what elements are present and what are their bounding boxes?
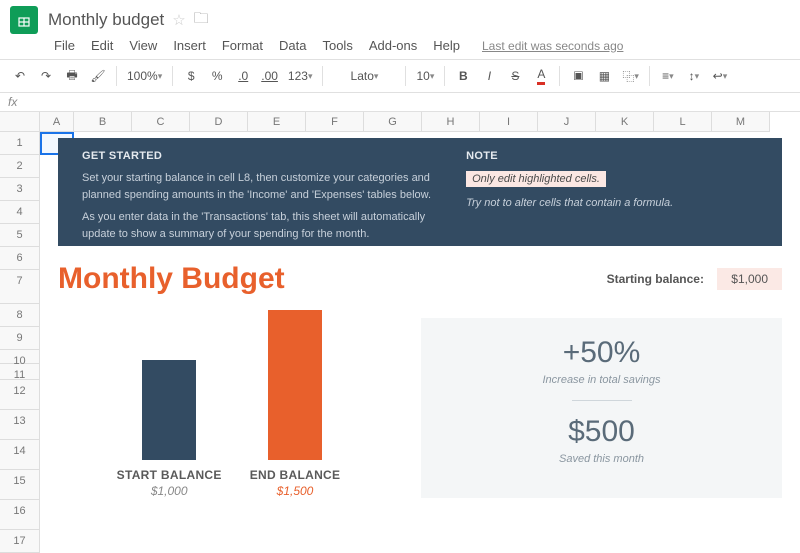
folder-icon[interactable]: 🗀 bbox=[194, 8, 209, 33]
balance-chart: START BALANCE $1,000 END BALANCE $1,500 bbox=[58, 318, 399, 498]
sheets-logo[interactable] bbox=[10, 6, 38, 34]
col-header[interactable]: L bbox=[654, 112, 712, 132]
col-header[interactable]: C bbox=[132, 112, 190, 132]
note-formula: Try not to alter cells that contain a fo… bbox=[466, 195, 764, 212]
bar-start-label: START BALANCE bbox=[117, 468, 222, 482]
menu-help[interactable]: Help bbox=[427, 36, 466, 55]
saved-amount: $500 bbox=[431, 415, 772, 449]
menu-tools[interactable]: Tools bbox=[316, 36, 358, 55]
row-header[interactable]: 2 bbox=[0, 155, 40, 178]
starting-balance-label: Starting balance: bbox=[607, 272, 704, 286]
bar-end-value: $1,500 bbox=[277, 484, 314, 498]
row-header[interactable]: 11 bbox=[0, 364, 40, 380]
row-header[interactable]: 1 bbox=[0, 132, 40, 155]
col-header[interactable]: D bbox=[190, 112, 248, 132]
borders-icon[interactable]: ▦ bbox=[592, 64, 616, 88]
strikethrough-button[interactable]: S bbox=[503, 64, 527, 88]
menu-insert[interactable]: Insert bbox=[167, 36, 212, 55]
get-started-text-2: As you enter data in the 'Transactions' … bbox=[82, 209, 446, 242]
last-edit-link[interactable]: Last edit was seconds ago bbox=[482, 39, 623, 53]
percent-button[interactable]: % bbox=[205, 64, 229, 88]
row-header[interactable]: 16 bbox=[0, 500, 40, 530]
col-header[interactable]: K bbox=[596, 112, 654, 132]
font-size-select[interactable]: 10 bbox=[412, 64, 438, 88]
row-header[interactable]: 12 bbox=[0, 380, 40, 410]
pct-increase: +50% bbox=[431, 336, 772, 370]
stats-panel: +50% Increase in total savings $500 Save… bbox=[421, 318, 782, 498]
row-header[interactable]: 9 bbox=[0, 327, 40, 350]
print-icon[interactable]: 🖶 bbox=[60, 64, 84, 88]
zoom-select[interactable]: 100% bbox=[123, 64, 166, 88]
get-started-heading: GET STARTED bbox=[82, 150, 446, 162]
row-header[interactable]: 10 bbox=[0, 350, 40, 364]
saved-sub: Saved this month bbox=[431, 453, 772, 465]
text-wrap-icon[interactable]: ↩ bbox=[708, 64, 732, 88]
col-header[interactable]: J bbox=[538, 112, 596, 132]
menu-bar: File Edit View Insert Format Data Tools … bbox=[0, 34, 800, 59]
starting-balance-row: Starting balance: $1,000 bbox=[607, 272, 782, 286]
fx-label: fx bbox=[8, 95, 17, 109]
col-header[interactable]: G bbox=[364, 112, 422, 132]
info-banner: GET STARTED Set your starting balance in… bbox=[58, 138, 782, 246]
menu-view[interactable]: View bbox=[123, 36, 163, 55]
currency-button[interactable]: $ bbox=[179, 64, 203, 88]
row-header[interactable]: 5 bbox=[0, 224, 40, 247]
text-color-button[interactable]: A bbox=[529, 64, 553, 88]
undo-icon[interactable]: ↶ bbox=[8, 64, 32, 88]
fill-color-icon[interactable]: 🞕 bbox=[566, 64, 590, 88]
row-header[interactable]: 13 bbox=[0, 410, 40, 440]
page-title: Monthly Budget bbox=[58, 262, 285, 296]
note-heading: NOTE bbox=[466, 150, 764, 162]
row-header[interactable]: 15 bbox=[0, 470, 40, 500]
bold-button[interactable]: B bbox=[451, 64, 475, 88]
doc-title[interactable]: Monthly budget bbox=[48, 10, 164, 30]
menu-edit[interactable]: Edit bbox=[85, 36, 119, 55]
increase-decimal-button[interactable]: .00 bbox=[257, 64, 282, 88]
font-select[interactable]: Lato bbox=[329, 64, 399, 88]
note-highlight: Only edit highlighted cells. bbox=[466, 171, 606, 187]
row-header[interactable]: 6 bbox=[0, 247, 40, 270]
bar-end-label: END BALANCE bbox=[250, 468, 341, 482]
bar-start-balance bbox=[142, 360, 196, 460]
redo-icon[interactable]: ↷ bbox=[34, 64, 58, 88]
menu-file[interactable]: File bbox=[48, 36, 81, 55]
h-align-icon[interactable]: ≡ bbox=[656, 64, 680, 88]
col-header[interactable]: H bbox=[422, 112, 480, 132]
decrease-decimal-button[interactable]: .0 bbox=[231, 64, 255, 88]
cell-grid[interactable]: GET STARTED Set your starting balance in… bbox=[40, 132, 800, 528]
pct-increase-sub: Increase in total savings bbox=[431, 374, 772, 386]
menu-addons[interactable]: Add-ons bbox=[363, 36, 423, 55]
col-header[interactable]: I bbox=[480, 112, 538, 132]
toolbar: ↶ ↷ 🖶 🖌 100% $ % .0 .00 123 Lato 10 B I … bbox=[0, 59, 800, 93]
row-header[interactable]: 7 bbox=[0, 270, 40, 304]
row-header[interactable]: 14 bbox=[0, 440, 40, 470]
row-header[interactable]: 3 bbox=[0, 178, 40, 201]
col-header[interactable]: F bbox=[306, 112, 364, 132]
v-align-icon[interactable]: ↕ bbox=[682, 64, 706, 88]
starting-balance-value[interactable]: $1,000 bbox=[717, 268, 782, 290]
col-header[interactable]: M bbox=[712, 112, 770, 132]
bar-start-value: $1,000 bbox=[151, 484, 188, 498]
italic-button[interactable]: I bbox=[477, 64, 501, 88]
number-format-select[interactable]: 123 bbox=[284, 64, 317, 88]
select-all-corner[interactable] bbox=[0, 112, 40, 132]
row-header[interactable]: 17 bbox=[0, 530, 40, 553]
star-icon[interactable]: ☆ bbox=[172, 11, 185, 29]
menu-format[interactable]: Format bbox=[216, 36, 269, 55]
row-header[interactable]: 8 bbox=[0, 304, 40, 327]
get-started-text-1: Set your starting balance in cell L8, th… bbox=[82, 170, 446, 203]
col-header[interactable]: E bbox=[248, 112, 306, 132]
merge-cells-icon[interactable]: ⿻ bbox=[618, 64, 643, 88]
bar-end-balance bbox=[268, 310, 322, 460]
divider bbox=[572, 400, 632, 401]
menu-data[interactable]: Data bbox=[273, 36, 312, 55]
formula-bar[interactable]: fx bbox=[0, 93, 800, 112]
row-header[interactable]: 4 bbox=[0, 201, 40, 224]
paint-format-icon[interactable]: 🖌 bbox=[86, 64, 110, 88]
col-header[interactable]: A bbox=[40, 112, 74, 132]
col-header[interactable]: B bbox=[74, 112, 132, 132]
